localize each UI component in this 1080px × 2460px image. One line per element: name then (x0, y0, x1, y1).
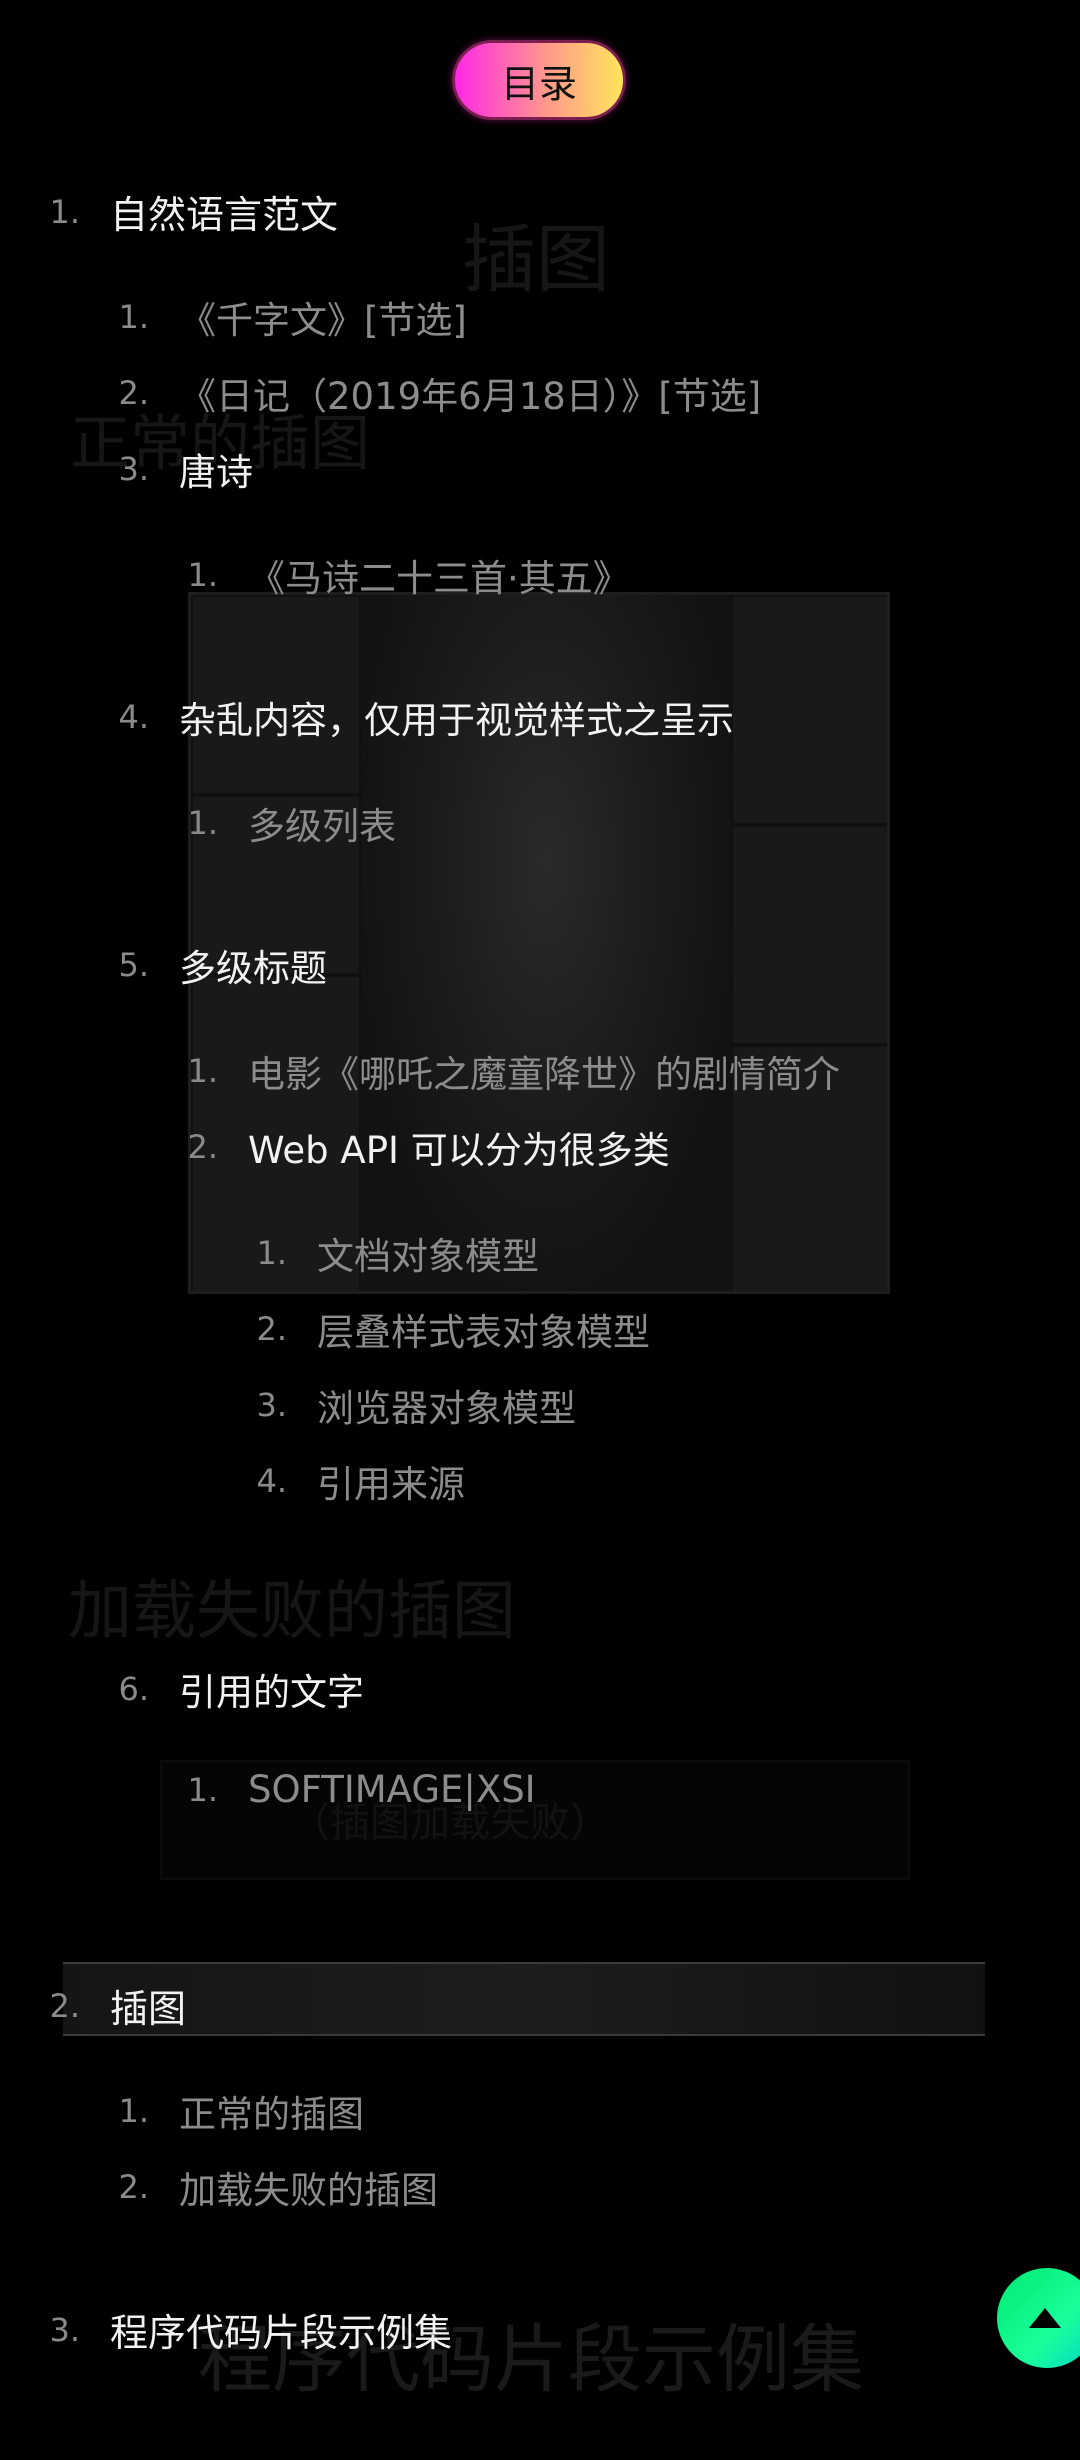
toc-item-thousand-character-classic[interactable]: 1. 《千字文》[节选] (93, 290, 467, 344)
toc-item-multilevel-list[interactable]: 1. 多级列表 (162, 796, 396, 850)
toc-item-number: 1. (187, 1052, 218, 1090)
toc-item-bom[interactable]: 3. 浏览器对象模型 (231, 1378, 576, 1432)
arrow-up-icon (1029, 2308, 1061, 2328)
toc-item-number: 2. (118, 2168, 149, 2206)
toc-item-label: 唐诗 (179, 451, 253, 494)
toc-item-label: 杂乱内容，仅用于视觉样式之呈示 (179, 699, 734, 742)
toc-item-nezha-synopsis[interactable]: 1. 电影《哪吒之魔童降世》的剧情简介 (162, 1044, 840, 1098)
toc-item-label: 多级列表 (248, 805, 396, 848)
toc-item-web-api[interactable]: 2. Web API 可以分为很多类 (162, 1120, 670, 1174)
toc-item-failed-illustration[interactable]: 2. 加载失败的插图 (93, 2160, 438, 2214)
toc-item-label: 程序代码片段示例集 (110, 2311, 453, 2355)
back-to-top-button[interactable] (997, 2268, 1080, 2368)
toc-item-tang-poems[interactable]: 3. 唐诗 (93, 442, 253, 496)
toc-item-number: 3. (256, 1386, 287, 1424)
toc-item-number: 2. (49, 1986, 80, 2025)
toc-item-label: 多级标题 (179, 947, 327, 990)
toc-item-number: 2. (118, 374, 149, 412)
toc-item-label: 插图 (110, 1987, 187, 2031)
ghost-heading-failed-illustration: 加载失败的插图 (68, 1575, 516, 1649)
toc-item-quoted-text[interactable]: 6. 引用的文字 (93, 1662, 364, 1716)
toc-item-number: 3. (118, 450, 149, 488)
toc-item-label: 层叠样式表对象模型 (317, 1311, 650, 1354)
ghost-photo-cell (731, 595, 887, 825)
toc-item-number: 1. (187, 804, 218, 842)
toc-item-label: 《日记（2019年6月18日）》[节选] (179, 375, 762, 418)
toc-item-references[interactable]: 4. 引用来源 (231, 1454, 465, 1508)
toc-item-horse-poem[interactable]: 1. 《马诗二十三首·其五》 (162, 548, 630, 602)
toc-item-number: 1. (187, 1770, 218, 1809)
toc-item-label: 正常的插图 (179, 2093, 364, 2136)
toc-item-number: 1. (187, 556, 218, 594)
toc-item-number: 2. (187, 1128, 218, 1166)
toc-item-label: 引用来源 (317, 1463, 465, 1506)
toc-item-multilevel-headings[interactable]: 5. 多级标题 (93, 938, 327, 992)
toc-item-label: 引用的文字 (179, 1671, 364, 1714)
toc-item-number: 6. (118, 1670, 149, 1708)
toc-item-number: 5. (118, 946, 149, 984)
toc-item-misc-content[interactable]: 4. 杂乱内容，仅用于视觉样式之呈示 (93, 690, 734, 744)
toc-item-normal-illustration[interactable]: 1. 正常的插图 (93, 2084, 364, 2138)
toc-item-label: 浏览器对象模型 (317, 1387, 576, 1430)
toc-item-number: 1. (118, 298, 149, 336)
toc-item-number: 1. (118, 2092, 149, 2130)
toc-item-label: 自然语言范文 (110, 193, 339, 237)
ghost-heading-illustrations: 插图 (462, 217, 610, 303)
toc-item-natural-language-samples[interactable]: 1. 自然语言范文 (24, 184, 338, 239)
toc-item-label: 加载失败的插图 (179, 2169, 438, 2212)
toc-toggle-button[interactable]: 目录 (452, 40, 626, 120)
toc-item-label: 电影《哪吒之魔童降世》的剧情简介 (248, 1053, 840, 1096)
ghost-photo-cell (731, 825, 887, 1045)
toc-item-number: 1. (49, 192, 80, 231)
toc-item-label: 《马诗二十三首·其五》 (248, 557, 630, 600)
toc-item-dom[interactable]: 1. 文档对象模型 (231, 1226, 539, 1280)
toc-item-number: 4. (118, 698, 149, 736)
toc-item-diary[interactable]: 2. 《日记（2019年6月18日）》[节选] (93, 366, 761, 420)
toc-item-number: 1. (256, 1234, 287, 1272)
current-section-highlight (63, 1962, 985, 2036)
toc-item-label: 文档对象模型 (317, 1235, 539, 1278)
toc-item-number: 4. (256, 1462, 287, 1500)
toc-item-number: 3. (49, 2310, 80, 2349)
toc-item-number: 2. (256, 1310, 287, 1348)
toc-item-code-snippets[interactable]: 3. 程序代码片段示例集 (24, 2302, 452, 2357)
toc-item-softimage[interactable]: 1. SOFTIMAGE|XSI (162, 1768, 536, 1811)
toc-item-illustrations[interactable]: 2. 插图 (24, 1978, 186, 2033)
toc-item-label: Web API 可以分为很多类 (248, 1129, 670, 1172)
toc-item-label: 《千字文》[节选] (179, 299, 467, 342)
toc-item-label: SOFTIMAGE|XSI (248, 1768, 536, 1811)
toc-item-cssom[interactable]: 2. 层叠样式表对象模型 (231, 1302, 650, 1356)
